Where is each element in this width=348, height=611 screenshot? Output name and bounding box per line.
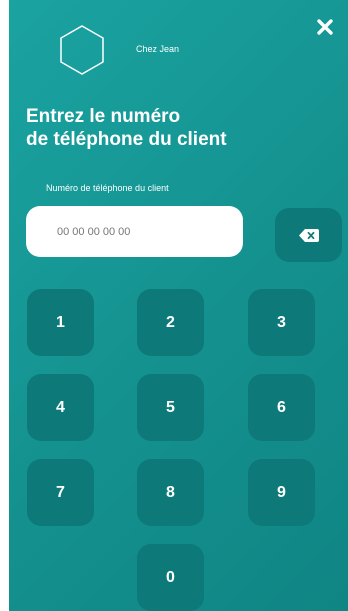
brand-name: Chez Jean xyxy=(136,44,180,54)
keypad-key-5[interactable]: 5 xyxy=(137,374,204,441)
backspace-button[interactable] xyxy=(275,208,342,262)
phone-number-input[interactable] xyxy=(26,206,243,257)
hexagon-icon xyxy=(60,25,104,75)
close-button[interactable] xyxy=(312,14,338,40)
keypad-key-2[interactable]: 2 xyxy=(137,289,204,356)
backspace-icon xyxy=(298,228,319,242)
page-title-line-2: de téléphone du client xyxy=(26,129,227,150)
close-icon xyxy=(317,19,333,35)
keypad-key-0[interactable]: 0 xyxy=(137,544,204,611)
keypad-key-9[interactable]: 9 xyxy=(248,459,315,526)
keypad-key-6[interactable]: 6 xyxy=(248,374,315,441)
keypad-key-7[interactable]: 7 xyxy=(27,459,94,526)
page-title: Entrez le numéro de téléphone du client xyxy=(26,105,326,151)
keypad-key-3[interactable]: 3 xyxy=(248,289,315,356)
keypad-key-8[interactable]: 8 xyxy=(137,459,204,526)
phone-entry-screen: Chez Jean Entrez le numéro de téléphone … xyxy=(9,0,348,611)
keypad-key-1[interactable]: 1 xyxy=(27,289,94,356)
phone-field-label: Numéro de téléphone du client xyxy=(46,183,169,193)
page-title-line-1: Entrez le numéro xyxy=(26,106,181,127)
keypad-key-4[interactable]: 4 xyxy=(27,374,94,441)
